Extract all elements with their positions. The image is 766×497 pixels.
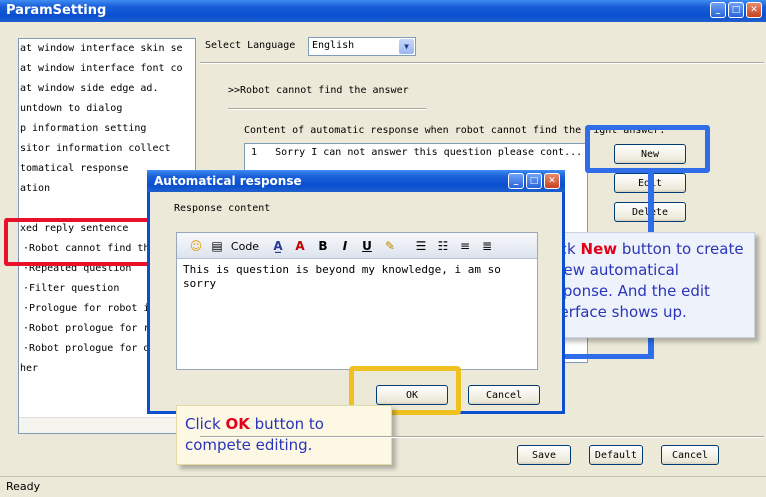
heading-divider xyxy=(228,108,426,110)
default-button[interactable]: Default xyxy=(589,445,643,465)
divider xyxy=(200,62,764,64)
rich-text-editor[interactable]: ☺ ▤ Code A̲ A B I U ✎ ☰ ☷ ≡ ≣ This is qu… xyxy=(176,232,538,370)
emoji-icon[interactable]: ☺ xyxy=(187,237,205,255)
tree-item[interactable]: sitor information collect xyxy=(20,143,171,154)
tree-item[interactable]: tomatical response xyxy=(20,163,128,174)
dialog-titlebar: Automatical response _ □ ✕ xyxy=(147,170,565,192)
tree-item[interactable]: ·Prologue for robot i xyxy=(23,303,149,314)
callout-ok-text: Click OK button to compete editing. xyxy=(185,415,324,454)
language-value: English xyxy=(312,40,355,51)
tree-item[interactable]: untdown to dialog xyxy=(20,103,122,114)
align-left-icon[interactable]: ≡ xyxy=(457,237,473,255)
ordered-list-icon[interactable]: ☰ xyxy=(413,237,429,255)
highlight-new-button xyxy=(585,125,710,173)
callout-new-text: Click New button to create a new automat… xyxy=(540,240,744,321)
close-icon[interactable]: ✕ xyxy=(746,2,762,18)
highlight-pen-icon[interactable]: ✎ xyxy=(381,237,399,255)
code-button[interactable]: Code xyxy=(227,237,263,255)
section-heading: >>Robot cannot find the answer xyxy=(228,85,409,96)
italic-icon[interactable]: I xyxy=(337,237,353,255)
editor-text[interactable]: This is question is beyond my knowledge,… xyxy=(183,263,533,291)
source-icon[interactable]: ▤ xyxy=(209,237,225,255)
minimize-icon[interactable]: _ xyxy=(710,2,726,18)
maximize-icon[interactable]: □ xyxy=(526,173,542,189)
horizontal-scrollbar[interactable] xyxy=(19,417,195,433)
underline-icon[interactable]: U xyxy=(359,237,375,255)
bullet-list-icon[interactable]: ☷ xyxy=(435,237,451,255)
align-center-icon[interactable]: ≣ xyxy=(479,237,495,255)
response-content-label: Response content xyxy=(174,203,271,214)
footer-divider xyxy=(200,436,764,438)
editor-toolbar: ☺ ▤ Code A̲ A B I U ✎ ☰ ☷ ≡ ≣ xyxy=(177,233,537,259)
cancel-button[interactable]: Cancel xyxy=(661,445,719,465)
tree-item[interactable]: her xyxy=(20,363,38,374)
window-titlebar: ParamSetting _ □ ✕ xyxy=(0,0,766,22)
language-label: Select Language xyxy=(205,40,296,51)
tree-item[interactable]: ·Filter question xyxy=(23,283,119,294)
tree-item[interactable]: ·Robot prologue for r xyxy=(23,323,149,334)
dialog-title: Automatical response xyxy=(154,174,302,188)
tree-item[interactable]: at window side edge ad. xyxy=(20,83,158,94)
dialog-cancel-button[interactable]: Cancel xyxy=(468,385,540,405)
callout-ok-box: Click OK button to compete editing. xyxy=(176,405,392,465)
tree-item[interactable]: ·Robot prologue for o xyxy=(23,343,149,354)
maximize-icon[interactable]: □ xyxy=(728,2,744,18)
highlight-connector xyxy=(565,354,654,359)
close-icon[interactable]: ✕ xyxy=(544,173,560,189)
language-select[interactable]: English ▼ xyxy=(308,37,416,56)
minimize-icon[interactable]: _ xyxy=(508,173,524,189)
tree-item[interactable]: ation xyxy=(20,183,50,194)
chevron-down-icon[interactable]: ▼ xyxy=(399,39,414,54)
tree-item[interactable]: at window interface skin se xyxy=(20,43,183,54)
font-color-icon[interactable]: A xyxy=(291,237,309,255)
save-button[interactable]: Save xyxy=(517,445,571,465)
list-item[interactable]: 1 Sorry I can not answer this question p… xyxy=(251,147,582,158)
status-bar: Ready xyxy=(0,476,766,497)
font-size-icon[interactable]: A̲ xyxy=(269,237,287,255)
bold-icon[interactable]: B xyxy=(315,237,331,255)
status-text: Ready xyxy=(6,480,41,493)
tree-item[interactable]: at window interface font co xyxy=(20,63,183,74)
tree-item[interactable]: p information setting xyxy=(20,123,146,134)
window-title: ParamSetting xyxy=(6,3,107,18)
